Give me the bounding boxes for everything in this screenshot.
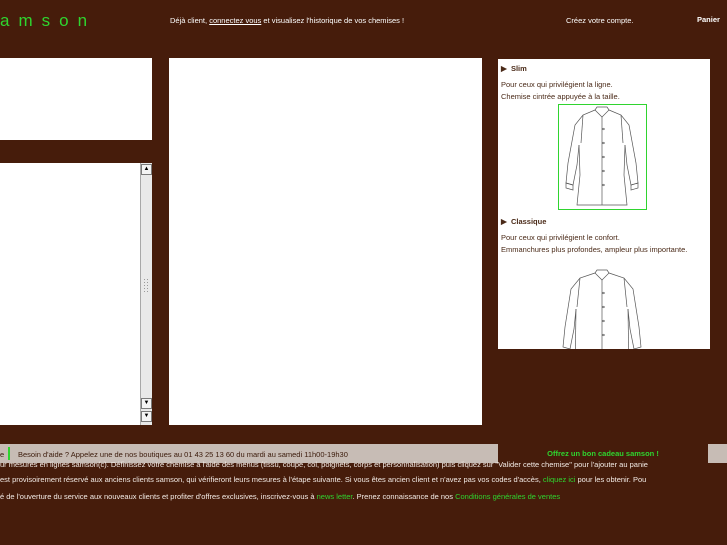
option-slim-title[interactable]: ▶ Slim [501, 64, 527, 73]
help-bar-end [708, 444, 727, 463]
login-prefix: Déjà client, [170, 16, 210, 25]
login-message: Déjà client, connectez vous et visualise… [170, 16, 404, 25]
cart-link[interactable]: Panier [697, 15, 720, 24]
newsletter-link[interactable]: news letter [317, 492, 353, 501]
description-line: Chemise cintrée appuyée à la taille. [501, 91, 620, 101]
terms-link[interactable]: Conditions générales de ventes [455, 492, 560, 501]
footer-line-3: é de l'ouverture du service aux nouveaux… [0, 492, 560, 501]
vertical-scrollbar[interactable]: ▲ ▼ ▼ [140, 163, 152, 425]
option-title-label: Slim [510, 64, 527, 73]
bullet-arrow-icon: ▶ [501, 64, 507, 73]
option-slim-description: Pour ceux qui privilégient la ligne. Che… [501, 79, 706, 102]
shirt-classic-icon [562, 269, 642, 349]
scroll-down-arrow-icon[interactable]: ▼ [141, 411, 152, 422]
scroll-down-arrow-icon[interactable]: ▼ [141, 398, 152, 409]
description-line: Emmanchures plus profondes, ampleur plus… [501, 244, 688, 254]
description-line: Pour ceux qui privilégient la ligne. [501, 80, 613, 89]
access-codes-link[interactable]: cliquez ici [543, 475, 576, 484]
classic-shirt-image[interactable] [558, 267, 647, 349]
footer-text: est provisoirement réservé aux anciens c… [0, 475, 543, 484]
login-suffix: et visualisez l'historique de vos chemis… [261, 16, 405, 25]
slim-shirt-image[interactable] [558, 104, 647, 210]
option-classique-description: Pour ceux qui privilégient le confort. E… [501, 232, 706, 255]
logo[interactable]: amson [0, 11, 96, 31]
shirt-slim-icon [565, 106, 639, 206]
option-title-label: Classique [510, 217, 547, 226]
bullet-arrow-icon: ▶ [501, 217, 507, 226]
footer-text: . Prenez connaissance de nos [352, 492, 456, 501]
login-link[interactable]: connectez vous [209, 16, 261, 25]
create-account-link[interactable]: Créez votre compte. [566, 16, 634, 25]
footer-line-2: est provisoirement réservé aux anciens c… [0, 475, 646, 484]
help-text: Besoin d'aide ? Appelez une de nos bouti… [18, 450, 348, 459]
footer-line-1: ur mesures en lignes samson(c). Définiss… [0, 460, 648, 469]
help-left-fragment: e [0, 450, 5, 459]
footer-text: pour les obtenir. Pou [575, 475, 647, 484]
left-top-panel [0, 58, 152, 140]
shirt-preview-panel [169, 58, 482, 425]
footer-text: é de l'ouverture du service aux nouveaux… [0, 492, 317, 501]
scroll-grip-icon[interactable] [143, 278, 150, 292]
description-line: Pour ceux qui privilégient le confort. [501, 233, 620, 242]
fit-options-panel: ▶ Slim Pour ceux qui privilégient la lig… [498, 59, 710, 349]
option-classique-title[interactable]: ▶ Classique [501, 217, 546, 226]
options-list-panel[interactable]: ▲ ▼ ▼ [0, 163, 152, 425]
scroll-up-arrow-icon[interactable]: ▲ [141, 164, 152, 175]
divider [8, 447, 10, 460]
